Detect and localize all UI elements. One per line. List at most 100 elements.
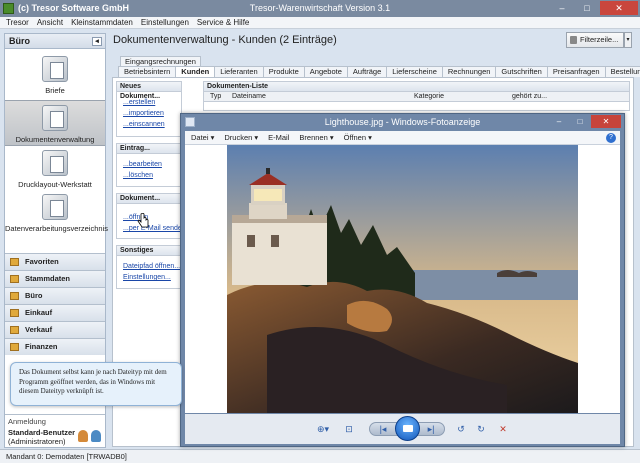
filter-button[interactable]: Filterzeile...	[566, 32, 624, 48]
section-document: Dokument... ...öffnen ...per E-Mail send…	[116, 193, 186, 239]
module-datenverarbeitungsverzeichnis[interactable]: Datenverarbeitungsverzeichnis	[5, 194, 108, 233]
close-button[interactable]: ✕	[600, 1, 638, 15]
user-avatars	[78, 430, 101, 442]
settings-link[interactable]: Einstellungen...	[117, 272, 181, 283]
data-register-icon	[42, 194, 68, 220]
section-title: Sonstiges	[117, 246, 181, 256]
hand-cursor-icon	[137, 213, 149, 228]
tab-lieferscheine[interactable]: Lieferscheine	[386, 66, 443, 77]
purchase-icon	[10, 309, 19, 317]
rotate-right-icon[interactable]: ↻	[475, 424, 487, 435]
page-title: Dokumentenverwaltung - Kunden (2 Einträg…	[113, 34, 337, 46]
viewer-menu-print[interactable]: Drucken ▾	[224, 131, 258, 144]
viewer-menu-email[interactable]: E-Mail	[268, 131, 289, 144]
nav-group-verkauf[interactable]: Verkauf	[5, 321, 105, 338]
scan-link[interactable]: ...einscannen	[117, 119, 181, 130]
module-label: Dokumentenverwaltung	[15, 135, 95, 144]
rotate-left-icon[interactable]: ↺	[455, 424, 467, 435]
collapse-icon[interactable]: ◂	[92, 37, 102, 46]
viewer-menu-bar: Datei ▾ Drucken ▾ E-Mail Brennen ▾ Öffne…	[185, 131, 620, 145]
nav-group-einkauf[interactable]: Einkauf	[5, 304, 105, 321]
tab-bestellungen[interactable]: Bestellungen	[604, 66, 640, 77]
section-entry: Eintrag... ...bearbeiten ...löschen	[116, 143, 182, 187]
tab-angebote[interactable]: Angebote	[303, 66, 348, 77]
maximize-button[interactable]: □	[575, 1, 599, 15]
login-panel: Anmeldung Standard-Benutzer (Administrat…	[5, 414, 105, 447]
module-label: Drucklayout-Werkstatt	[18, 180, 92, 189]
import-link[interactable]: ...importieren	[117, 108, 181, 119]
edit-link[interactable]: ...bearbeiten	[117, 159, 181, 170]
menu-ansicht[interactable]: Ansicht	[37, 17, 63, 28]
menu-einstellungen[interactable]: Einstellungen	[141, 17, 189, 28]
viewer-minimize-button[interactable]: –	[549, 115, 569, 128]
sales-icon	[10, 326, 19, 334]
nav-group-stammdaten[interactable]: Stammdaten	[5, 270, 105, 287]
viewer-menu-open[interactable]: Öffnen ▾	[344, 131, 372, 144]
column-type[interactable]: Typ	[210, 93, 221, 100]
zoom-icon[interactable]: ⊕▾	[313, 424, 333, 435]
open-path-link[interactable]: Dateipfad öffnen...	[117, 261, 181, 272]
document-list-title: Dokumenten-Liste	[204, 82, 629, 92]
tab-eingangsrechnungen[interactable]: Eingangsrechnungen	[120, 56, 201, 66]
section-title: Eintrag...	[117, 144, 181, 154]
minimize-button[interactable]: –	[550, 1, 574, 15]
tooltip-balloon: Das Dokument selbst kann je nach Dateity…	[10, 362, 182, 406]
column-belongs-to[interactable]: gehört zu...	[512, 93, 547, 100]
column-category[interactable]: Kategorie	[414, 93, 444, 100]
module-label: Datenverarbeitungsverzeichnis	[5, 224, 108, 233]
tab-lieferanten[interactable]: Lieferanten	[214, 66, 264, 77]
help-icon[interactable]: ?	[606, 133, 616, 143]
menu-bar: Tresor Ansicht Kleinstammdaten Einstellu…	[0, 17, 640, 29]
sidebar-title: Büro	[9, 36, 30, 46]
tab-betriebsintern[interactable]: Betriebsintern	[118, 66, 177, 77]
section-new-document: Neues Dokument... ...erstellen ...import…	[116, 81, 182, 137]
viewer-menu-burn[interactable]: Brennen ▾	[299, 131, 333, 144]
menu-tresor[interactable]: Tresor	[6, 17, 29, 28]
tab-auftraege[interactable]: Aufträge	[346, 66, 388, 77]
slideshow-button[interactable]	[395, 416, 420, 441]
module-label: Briefe	[45, 86, 65, 95]
nav-group-favoriten[interactable]: Favoriten	[5, 253, 105, 270]
login-label: Anmeldung	[8, 417, 46, 426]
nav-groups: Favoriten Stammdaten Büro Einkauf Verkau…	[5, 253, 105, 355]
folder-icon	[10, 275, 19, 283]
finance-icon	[10, 343, 19, 351]
tab-rechnungen[interactable]: Rechnungen	[441, 66, 497, 77]
chevron-down-icon[interactable]: ▾	[624, 32, 632, 48]
tab-gutschriften[interactable]: Gutschriften	[495, 66, 548, 77]
letter-icon	[42, 56, 68, 82]
document-list: Dokumenten-Liste Typ Dateiname Kategorie…	[203, 81, 630, 111]
viewer-close-button[interactable]: ✕	[591, 115, 621, 128]
users-icon[interactable]	[91, 430, 101, 442]
photo-canvas	[185, 145, 620, 413]
menu-service-hilfe[interactable]: Service & Hilfe	[197, 17, 249, 28]
section-title: Dokument...	[117, 194, 181, 204]
nav-group-finanzen[interactable]: Finanzen	[5, 338, 105, 355]
delete-link[interactable]: ...löschen	[117, 170, 181, 181]
next-icon[interactable]: ▸|	[423, 424, 439, 435]
nav-group-buero[interactable]: Büro	[5, 287, 105, 304]
documents-icon	[42, 105, 68, 131]
section-other: Sonstiges Dateipfad öffnen... Einstellun…	[116, 245, 182, 289]
module-briefe[interactable]: Briefe	[5, 56, 105, 95]
module-dokumentenverwaltung[interactable]: Dokumentenverwaltung	[5, 100, 105, 146]
send-email-link[interactable]: ...per E-Mail senden	[117, 223, 186, 234]
fit-window-icon[interactable]: ⊡	[343, 424, 355, 435]
print-layout-icon	[42, 150, 68, 176]
viewer-menu-file[interactable]: Datei ▾	[191, 131, 214, 144]
create-link[interactable]: ...erstellen	[117, 97, 181, 108]
menu-kleinstammdaten[interactable]: Kleinstammdaten	[71, 17, 133, 28]
column-filename[interactable]: Dateiname	[232, 93, 266, 100]
user-icon[interactable]	[78, 430, 88, 442]
tab-preisanfragen[interactable]: Preisanfragen	[546, 66, 606, 77]
tab-produkte[interactable]: Produkte	[262, 66, 305, 77]
lighthouse-photo	[227, 145, 578, 413]
star-icon	[10, 258, 19, 266]
delete-icon[interactable]: ✕	[497, 424, 509, 435]
open-link[interactable]: ...öffnen	[117, 212, 181, 223]
section-title: Neues Dokument...	[117, 82, 181, 100]
previous-icon[interactable]: |◂	[375, 424, 391, 435]
tab-kunden[interactable]: Kunden	[175, 66, 216, 77]
viewer-maximize-button[interactable]: □	[570, 115, 590, 128]
module-drucklayout-werkstatt[interactable]: Drucklayout-Werkstatt	[5, 150, 105, 189]
